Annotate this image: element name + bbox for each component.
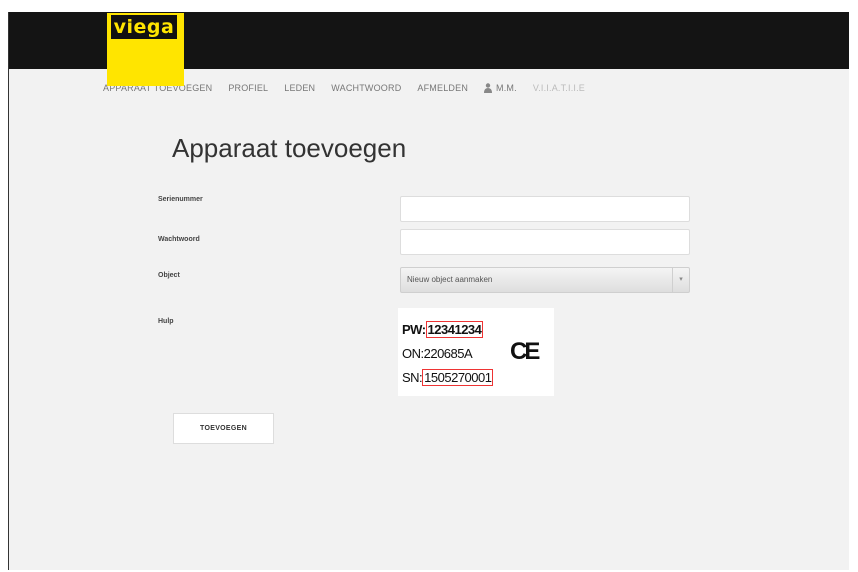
object-select[interactable]: Nieuw object aanmaken ▾ — [400, 267, 690, 293]
help-pw-line: PW: 12341234 — [402, 321, 484, 338]
help-sn-prefix: SN: — [402, 370, 423, 385]
serial-input[interactable] — [400, 196, 690, 222]
ce-mark: CE — [510, 338, 540, 365]
help-sn-line: SN: 1505270001 — [402, 369, 494, 386]
add-device-button[interactable]: TOEVOEGEN — [173, 413, 274, 444]
help-on-line: ON:220685A — [402, 346, 473, 361]
nav-item-wachtwoord[interactable]: WACHTWOORD — [331, 83, 401, 93]
viega-logo[interactable]: viega — [107, 13, 184, 86]
object-label: Object — [158, 272, 180, 279]
nav-item-afmelden[interactable]: AFMELDEN — [417, 83, 468, 93]
help-pw-prefix: PW: — [402, 322, 426, 337]
help-pw-value: 12341234 — [425, 321, 484, 338]
serial-label: Serienummer — [158, 196, 203, 203]
object-select-value: Nieuw object aanmaken — [407, 275, 493, 284]
nav-item-extra[interactable]: V.I.I.A.T.I.I.E — [533, 83, 585, 93]
user-icon — [484, 83, 493, 93]
logo-text: viega — [111, 15, 177, 39]
page-title: Apparaat toevoegen — [172, 133, 407, 163]
password-label: Wachtwoord — [158, 236, 200, 243]
password-input[interactable] — [400, 229, 690, 255]
nav-item-leden[interactable]: LEDEN — [284, 83, 315, 93]
device-label-help-image: PW: 12341234 ON:220685A CE SN: 1505270001 — [398, 308, 554, 396]
chevron-down-icon: ▾ — [672, 268, 689, 292]
nav-user[interactable]: M.M. — [484, 83, 517, 93]
nav-user-name: M.M. — [496, 83, 517, 93]
help-label: Hulp — [158, 318, 174, 325]
nav-item-profiel[interactable]: PROFIEL — [228, 83, 268, 93]
help-sn-value: 1505270001 — [422, 369, 494, 386]
